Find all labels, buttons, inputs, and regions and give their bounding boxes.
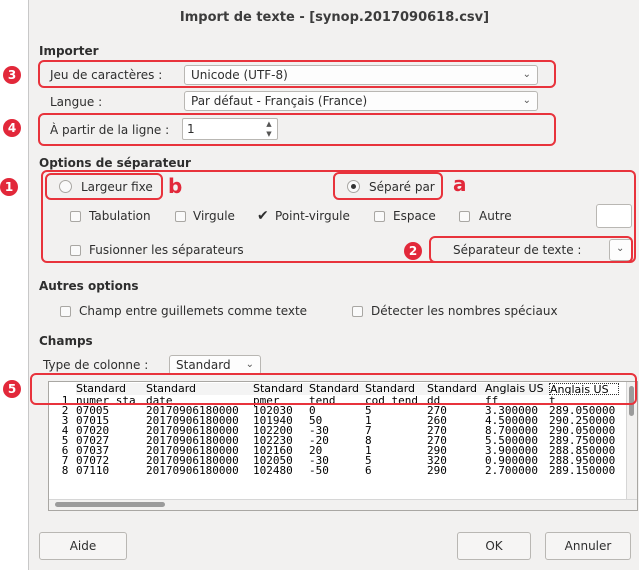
chevron-down-icon: ⌄ — [245, 359, 254, 370]
table-cell: 20170906180000 — [146, 416, 239, 426]
table-cell: 0 — [309, 406, 316, 416]
row-number: 8 — [61, 464, 69, 477]
importer-section-title: Importer — [39, 44, 99, 58]
table-cell: 6 — [365, 466, 372, 476]
table-cell: -20 — [309, 436, 329, 446]
table-cell: 20170906180000 — [146, 436, 239, 446]
table-cell: 07020 — [76, 426, 110, 436]
table-cell: 2.700000 — [485, 466, 538, 476]
scroll-thumb[interactable] — [55, 502, 165, 507]
quoted-as-text-checkbox[interactable] — [60, 306, 71, 317]
table-cell: 102480 — [253, 466, 293, 476]
table-cell: 5.500000 — [485, 436, 538, 446]
table-cell: 260 — [427, 416, 447, 426]
other-options-section-title: Autres options — [39, 279, 139, 293]
separator-section-title: Options de séparateur — [39, 156, 191, 170]
table-cell: 289.150000 — [549, 466, 616, 476]
table-cell: 20170906180000 — [146, 426, 239, 436]
language-label: Langue : — [50, 95, 103, 109]
table-cell: 20170906180000 — [146, 406, 239, 416]
table-cell: 20170906180000 — [146, 446, 239, 456]
table-cell: -50 — [309, 466, 329, 476]
table-cell: 102230 — [253, 436, 293, 446]
table-cell: 270 — [427, 426, 447, 436]
annotation-letter-b: b — [168, 174, 183, 198]
language-select[interactable]: Par défaut - Français (France) ⌄ — [184, 91, 538, 111]
table-cell: 50 — [309, 416, 323, 426]
table-cell: 288.950000 — [549, 456, 616, 466]
column-type-label: Type de colonne : — [43, 358, 149, 372]
annotation-box-separated-by — [333, 172, 443, 200]
table-cell: 07037 — [76, 446, 110, 456]
annotation-badge-1: 1 — [0, 178, 18, 196]
table-cell: 8 — [365, 436, 372, 446]
column-type-select[interactable]: Standard ⌄ — [169, 355, 261, 375]
table-cell: 1 — [365, 416, 372, 426]
annotation-box-from-line — [38, 113, 556, 146]
table-cell: 290 — [427, 446, 447, 456]
table-cell: 289.750000 — [549, 436, 616, 446]
table-cell: 289.050000 — [549, 406, 616, 416]
table-cell: 288.850000 — [549, 446, 616, 456]
annotation-box-charset — [38, 60, 556, 88]
annotation-box-text-separator — [429, 236, 633, 263]
table-cell: 290 — [427, 466, 447, 476]
table-cell: 3.900000 — [485, 446, 538, 456]
table-cell: 101940 — [253, 416, 293, 426]
table-cell: 8.700000 — [485, 426, 538, 436]
annotation-badge-4: 4 — [3, 119, 21, 137]
quoted-as-text-label[interactable]: Champ entre guillemets comme texte — [79, 304, 307, 318]
table-cell: 5 — [365, 406, 372, 416]
table-cell: 270 — [427, 406, 447, 416]
dialog-title: Import de texte - [synop.2017090618.csv] — [179, 9, 490, 25]
table-cell: 3.300000 — [485, 406, 538, 416]
table-cell: 320 — [427, 456, 447, 466]
table-cell: 102030 — [253, 406, 293, 416]
table-cell: 290.050000 — [549, 426, 616, 436]
detect-special-label[interactable]: Détecter les nombres spéciaux — [371, 304, 558, 318]
chevron-down-icon: ⌄ — [522, 95, 531, 106]
annotation-badge-2: 2 — [404, 242, 422, 260]
detect-special-checkbox[interactable] — [352, 306, 363, 317]
table-cell: 20 — [309, 446, 323, 456]
table-cell: 07005 — [76, 406, 110, 416]
horizontal-scrollbar[interactable] — [49, 499, 637, 510]
table-cell: 07110 — [76, 466, 110, 476]
ok-button[interactable]: OK — [457, 532, 531, 560]
table-cell: 102050 — [253, 456, 293, 466]
table-cell: -30 — [309, 456, 329, 466]
cancel-button[interactable]: Annuler — [545, 532, 631, 560]
table-cell: 5 — [365, 456, 372, 466]
table-cell: 0.900000 — [485, 456, 538, 466]
help-button[interactable]: Aide — [39, 532, 127, 560]
table-cell: 4.500000 — [485, 416, 538, 426]
table-cell: 07015 — [76, 416, 110, 426]
fields-section-title: Champs — [39, 334, 93, 348]
table-cell: 07072 — [76, 456, 110, 466]
language-value: Par défaut - Français (France) — [191, 94, 368, 108]
table-cell: 20170906180000 — [146, 466, 239, 476]
annotation-box-column-headers — [30, 373, 637, 405]
annotation-badge-5: 5 — [3, 380, 21, 398]
annotation-badge-3: 3 — [3, 66, 21, 84]
table-cell: 270 — [427, 436, 447, 446]
table-cell: 20170906180000 — [146, 456, 239, 466]
table-cell: 1 — [365, 446, 372, 456]
table-cell: 07027 — [76, 436, 110, 446]
annotation-box-fixed-width — [45, 173, 163, 200]
table-cell: -30 — [309, 426, 329, 436]
table-cell: 102200 — [253, 426, 293, 436]
table-cell: 7 — [365, 426, 372, 436]
table-cell: 290.250000 — [549, 416, 616, 426]
annotation-letter-a: a — [453, 172, 467, 196]
table-cell: 102160 — [253, 446, 293, 456]
column-type-value: Standard — [176, 358, 231, 372]
